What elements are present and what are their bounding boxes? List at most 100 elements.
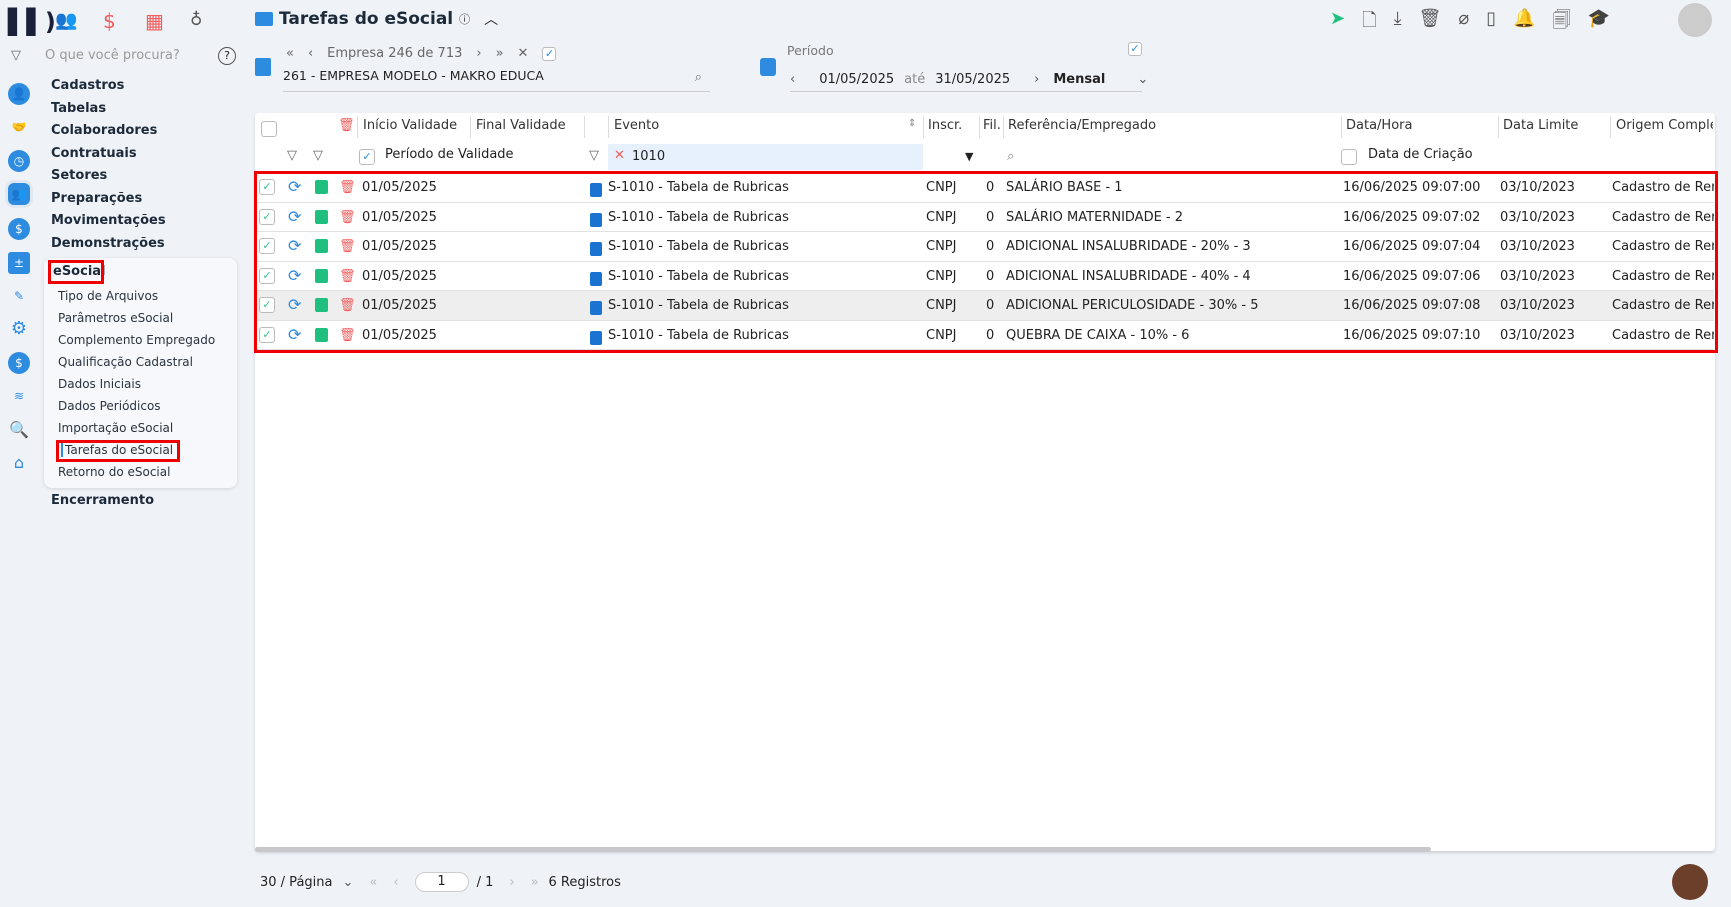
money-bag-icon[interactable]: $	[8, 352, 30, 374]
assistant-avatar[interactable]	[1672, 864, 1708, 900]
filter-icon[interactable]: ▽	[11, 48, 21, 63]
header-limite[interactable]: Data Limite	[1503, 118, 1578, 133]
search-icon[interactable]: ⌕	[695, 70, 702, 85]
chevron-down-icon[interactable]: ▼	[965, 150, 973, 163]
help-icon[interactable]: ?	[218, 47, 236, 65]
menu-encerramento[interactable]: Encerramento	[51, 493, 154, 508]
money-bag-module-icon[interactable]: ♁	[190, 10, 202, 30]
calculator-module-icon[interactable]: ▦	[145, 9, 164, 33]
prev-period-button[interactable]: ‹	[790, 72, 795, 87]
chevron-down-icon[interactable]: ⌄	[1137, 72, 1148, 87]
highlight-box	[48, 260, 104, 284]
highlight-box	[254, 171, 1718, 353]
chevron-down-icon[interactable]: ⌄	[342, 875, 353, 890]
header-inscr[interactable]: Inscr.	[928, 118, 962, 133]
evento-filter-input[interactable]: ✕ 1010	[608, 144, 923, 170]
highlight-box	[56, 440, 180, 462]
dollar-icon[interactable]: $	[8, 218, 30, 240]
submenu-dados-periodicos[interactable]: Dados Periódicos	[58, 399, 161, 413]
calculator-icon[interactable]: ±	[8, 252, 30, 274]
submenu-dados-iniciais[interactable]: Dados Iniciais	[58, 377, 141, 391]
graduation-cap-icon[interactable]: 🎓	[1588, 8, 1610, 38]
page-title: Tarefas do eSocial	[279, 9, 454, 29]
user-avatar[interactable]	[1678, 3, 1712, 37]
evento-filter-value: 1010	[632, 149, 666, 164]
menu-setores[interactable]: Setores	[51, 168, 107, 183]
delete-all-icon[interactable]: 🗑	[338, 118, 355, 133]
first-page-button[interactable]: «	[369, 875, 377, 890]
header-fil[interactable]: Fil.	[983, 118, 1001, 133]
menu-contratuais[interactable]: Contratuais	[51, 146, 137, 161]
first-company-button[interactable]: «	[286, 46, 294, 61]
page-input[interactable]: 1	[414, 872, 469, 892]
period-from[interactable]: 01/05/2025	[819, 72, 894, 87]
report-search-icon[interactable]: 🗐	[1553, 8, 1571, 38]
download-icon[interactable]: ⤓	[1394, 8, 1402, 38]
menu-preparacoes[interactable]: Preparações	[51, 191, 142, 206]
search-menu-input[interactable]: O que você procura?	[45, 48, 180, 63]
last-company-button[interactable]: »	[496, 46, 504, 61]
home-icon[interactable]: ⌂	[8, 452, 30, 474]
bell-icon[interactable]: 🔔	[1513, 8, 1535, 38]
clock-icon[interactable]: ◷	[8, 150, 30, 172]
header-datahora[interactable]: Data/Hora	[1346, 118, 1412, 133]
submenu-tipo-arquivos[interactable]: Tipo de Arquivos	[58, 289, 158, 303]
copy-icon[interactable]: ▯	[1486, 8, 1496, 38]
handshake-icon[interactable]: 🤝	[8, 116, 30, 138]
calendar-icon	[760, 58, 776, 76]
company-select[interactable]: 261 - EMPRESA MODELO - MAKRO EDUCA ⌕	[283, 68, 710, 92]
filter-icon[interactable]: ▽	[287, 148, 297, 163]
menu-movimentacoes[interactable]: Movimentações	[51, 213, 166, 228]
chevron-up-icon[interactable]: ︿	[484, 9, 498, 29]
menu-tabelas[interactable]: Tabelas	[51, 101, 106, 116]
search-icon[interactable]: ⌕	[1007, 149, 1014, 164]
menu-colaboradores[interactable]: Colaboradores	[51, 123, 157, 138]
submenu-retorno[interactable]: Retorno do eSocial	[58, 465, 170, 479]
company-checkbox[interactable]: ✓	[542, 46, 557, 61]
menu-cadastros[interactable]: Cadastros	[51, 78, 124, 93]
document-icon[interactable]: 🗋	[1362, 8, 1376, 38]
send-icon[interactable]: ➤	[1330, 8, 1345, 38]
layers-icon[interactable]: ≋	[8, 385, 30, 407]
sort-icon[interactable]: ⇕	[908, 118, 916, 129]
horizontal-scrollbar[interactable]	[255, 847, 1431, 852]
data-criacao-checkbox[interactable]	[1341, 149, 1357, 165]
header-referencia[interactable]: Referência/Empregado	[1008, 118, 1156, 133]
info-icon[interactable]: ⓘ	[459, 11, 470, 27]
header-origem[interactable]: Origem Comple	[1616, 118, 1713, 133]
trash-icon[interactable]: 🗑	[1419, 8, 1442, 38]
last-page-button[interactable]: »	[531, 875, 539, 890]
gear-icon[interactable]: ⚙	[8, 318, 30, 340]
submenu-importacao[interactable]: Importação eSocial	[58, 421, 173, 435]
header-evento[interactable]: Evento	[614, 118, 659, 133]
period-mode-select[interactable]: Mensal	[1053, 72, 1105, 87]
next-period-button[interactable]: ›	[1034, 72, 1039, 87]
header-final[interactable]: Final Validade	[476, 118, 566, 133]
next-company-button[interactable]: ›	[476, 46, 481, 61]
pen-icon[interactable]: ✎	[8, 285, 30, 307]
clear-filter-icon[interactable]: ✕	[614, 148, 625, 163]
submenu-complemento[interactable]: Complemento Empregado	[58, 333, 215, 347]
filter-icon[interactable]: ▽	[313, 148, 323, 163]
clean-icon[interactable]: ⌀	[1458, 8, 1469, 38]
header-inicio[interactable]: Início Validade	[363, 118, 457, 133]
search-icon[interactable]: 🔍	[8, 419, 30, 441]
select-all-checkbox[interactable]	[261, 121, 277, 137]
submenu-qualificacao[interactable]: Qualificação Cadastral	[58, 355, 193, 369]
prev-page-button[interactable]: ‹	[393, 875, 398, 890]
next-page-button[interactable]: ›	[509, 875, 514, 890]
people-icon[interactable]: 👥	[8, 183, 30, 205]
prev-company-button[interactable]: ‹	[308, 46, 313, 61]
submenu-parametros[interactable]: Parâmetros eSocial	[58, 311, 173, 325]
period-to[interactable]: 31/05/2025	[935, 72, 1010, 87]
clear-company-button[interactable]: ✕	[518, 46, 529, 61]
users-gear-icon[interactable]: 👤	[8, 83, 30, 105]
filter-icon[interactable]: ▽	[589, 148, 599, 163]
dollar-module-icon[interactable]: $	[103, 9, 116, 33]
period-checkbox[interactable]: ✓	[1128, 42, 1142, 56]
total-pages: / 1	[476, 874, 494, 890]
periodo-validade-checkbox[interactable]: ✓	[359, 149, 375, 165]
menu-demonstracoes[interactable]: Demonstrações	[51, 236, 165, 251]
page-size-select[interactable]: 30 / Página	[260, 875, 332, 890]
people-module-icon[interactable]: 👥	[55, 10, 77, 31]
